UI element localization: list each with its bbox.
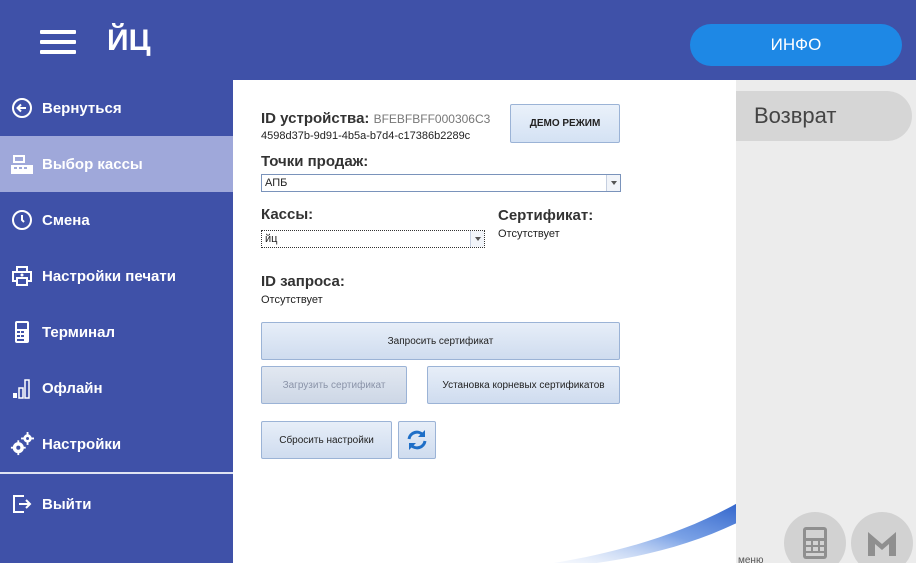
- return-button[interactable]: Возврат: [736, 91, 912, 141]
- main-panel: ID устройства: BFEBFBFF000306C3 4598d37b…: [233, 80, 736, 563]
- exit-icon: [10, 492, 34, 516]
- cash-register-icon: [10, 152, 34, 176]
- sidebar-divider: [0, 472, 233, 474]
- terminal-icon: [10, 320, 34, 344]
- request-id-status: Отсутствует: [261, 294, 323, 306]
- gears-icon: [10, 432, 34, 456]
- shift-clock-icon: [10, 208, 34, 232]
- back-arrow-icon: [10, 96, 34, 120]
- device-id-label: ID устройства:: [261, 110, 370, 127]
- sidebar-item-offline[interactable]: Офлайн: [0, 360, 233, 416]
- sidebar-item-label: Смена: [42, 211, 90, 229]
- sidebar-item-print-settings[interactable]: Настройки печати: [0, 248, 233, 304]
- cash-registers-label: Кассы:: [261, 206, 314, 223]
- reset-settings-button[interactable]: Сбросить настройки: [261, 421, 392, 459]
- signal-bars-icon: [10, 376, 34, 400]
- cash-register-select[interactable]: йц: [261, 230, 485, 248]
- certificate-label: Сертификат:: [498, 207, 594, 224]
- menu-caption: меню: [738, 555, 764, 563]
- right-panel: Возврат меню: [736, 80, 916, 563]
- refresh-icon: [407, 430, 427, 450]
- chevron-down-icon[interactable]: [470, 231, 484, 247]
- sidebar-item-label: Терминал: [42, 323, 115, 341]
- hamburger-menu-icon[interactable]: [40, 30, 76, 54]
- points-of-sale-select[interactable]: АПБ: [261, 174, 621, 192]
- sidebar-item-shift[interactable]: Смена: [0, 192, 233, 248]
- sidebar-item-label: Настройки: [42, 435, 122, 453]
- sidebar-item-back[interactable]: Вернуться: [0, 80, 233, 136]
- sidebar-item-select-cash[interactable]: Выбор кассы: [0, 136, 233, 192]
- request-id-label: ID запроса:: [261, 273, 345, 290]
- app-title: ЙЦ: [107, 24, 151, 57]
- calculator-icon[interactable]: [784, 512, 846, 563]
- sidebar-item-settings[interactable]: Настройки: [0, 416, 233, 472]
- menu-logo-icon[interactable]: [851, 512, 913, 563]
- device-guid: 4598d37b-9d91-4b5a-b7d4-c17386b2289c: [261, 130, 471, 142]
- points-of-sale-value: АПБ: [265, 177, 288, 189]
- sidebar-item-terminal[interactable]: Терминал: [0, 304, 233, 360]
- install-root-certificates-button[interactable]: Установка корневых сертификатов: [427, 366, 620, 404]
- certificate-status: Отсутствует: [498, 228, 560, 240]
- decorative-swoosh: [554, 503, 736, 563]
- printer-icon: [10, 264, 34, 288]
- sidebar-item-label: Вернуться: [42, 99, 122, 117]
- sidebar-item-label: Настройки печати: [42, 267, 176, 285]
- sidebar-item-label: Офлайн: [42, 379, 103, 397]
- top-bar: ЙЦ ИНФО: [0, 0, 916, 80]
- request-certificate-button[interactable]: Запросить сертификат: [261, 322, 620, 360]
- info-button[interactable]: ИНФО: [690, 24, 902, 66]
- sidebar-item-logout[interactable]: Выйти: [0, 476, 233, 532]
- device-id-value: BFEBFBFF000306C3: [373, 112, 491, 126]
- sidebar-item-label: Выбор кассы: [42, 155, 143, 173]
- upload-certificate-button[interactable]: Загрузить сертификат: [261, 366, 407, 404]
- sidebar: Вернуться Выбор кассы Смена Настройки пе…: [0, 80, 233, 563]
- points-of-sale-label: Точки продаж:: [261, 153, 369, 170]
- sidebar-item-label: Выйти: [42, 495, 92, 513]
- chevron-down-icon[interactable]: [606, 175, 620, 191]
- cash-register-value: йц: [265, 233, 278, 245]
- refresh-button[interactable]: [398, 421, 436, 459]
- demo-mode-button[interactable]: ДЕМО РЕЖИМ: [510, 104, 620, 143]
